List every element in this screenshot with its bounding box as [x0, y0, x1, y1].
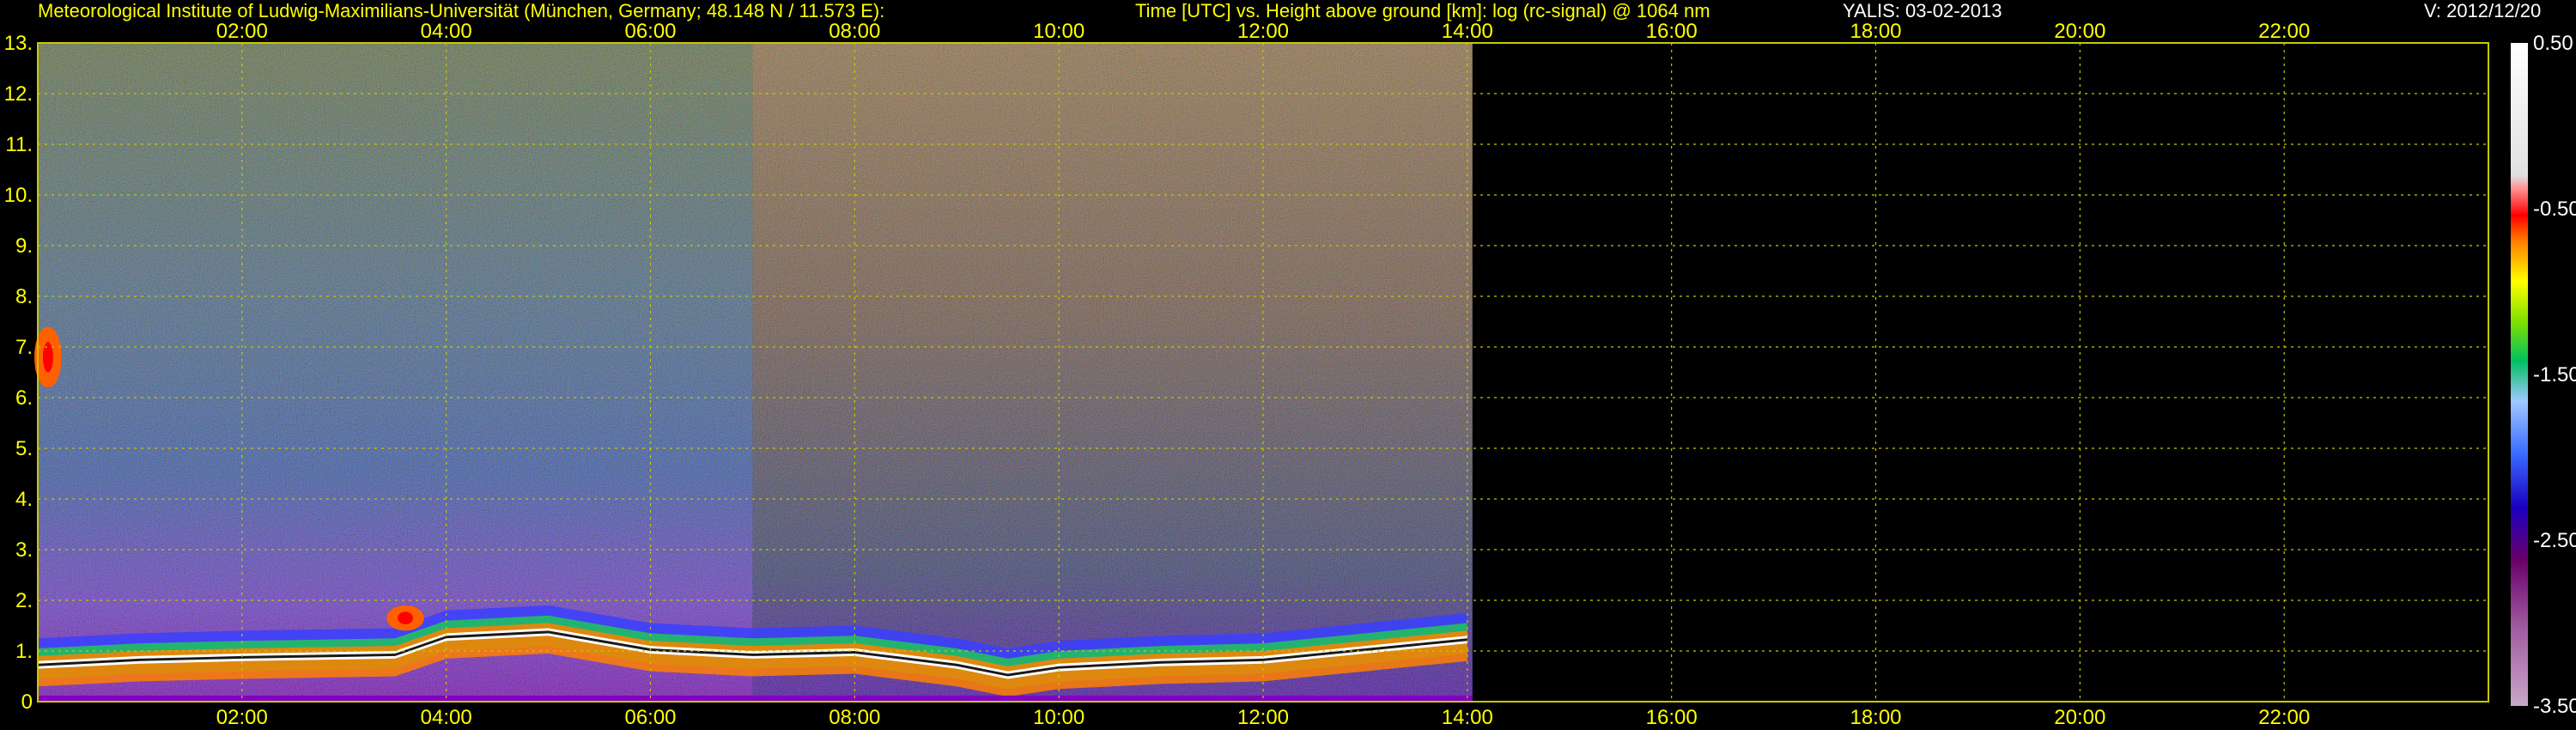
x-tick-label-bottom: 04:00: [421, 706, 472, 729]
x-tick-label-top: 14:00: [1442, 20, 1493, 43]
x-tick-label-bottom: 10:00: [1033, 706, 1084, 729]
x-tick-label-top: 16:00: [1646, 20, 1698, 43]
colorbar-tick-label: -0.50: [2533, 198, 2576, 221]
x-axis-ticks-top: 02:00 04:00 06:00 08:00 10:00 12:00 14:00 16:00…: [216, 20, 2310, 43]
x-tick-label-top: 18:00: [1850, 20, 1901, 43]
y-axis-ticks: 0 1. 2. 3. 4. 5. 6. 7. 8. 9. 10. 11. 12. 13.: [4, 32, 33, 714]
y-tick-label: 8.: [15, 285, 33, 308]
x-tick-label-top: 22:00: [2258, 20, 2310, 43]
colorbar: 0.50 -0.50 -1.50 -2.50 -3.50: [2511, 32, 2576, 718]
colorbar-tick-label: -1.50: [2533, 363, 2576, 386]
y-tick-label: 9.: [15, 234, 33, 258]
y-tick-label: 12.: [4, 82, 33, 106]
y-tick-label: 5.: [15, 437, 33, 460]
x-tick-label-bottom: 22:00: [2258, 706, 2310, 729]
x-tick-label-bottom: 18:00: [1850, 706, 1901, 729]
colorbar-scale: [2511, 43, 2528, 706]
y-tick-label: 0: [21, 690, 33, 714]
y-tick-label: 7.: [15, 336, 33, 359]
x-tick-label-top: 08:00: [829, 20, 880, 43]
x-tick-label-top: 12:00: [1237, 20, 1289, 43]
x-tick-label-bottom: 20:00: [2054, 706, 2105, 729]
x-tick-label-bottom: 02:00: [216, 706, 268, 729]
x-tick-label-top: 06:00: [624, 20, 676, 43]
cloud-core: [398, 611, 414, 625]
y-tick-label: 1.: [15, 640, 33, 663]
y-tick-label: 13.: [4, 32, 33, 55]
x-tick-label-bottom: 12:00: [1237, 706, 1289, 729]
y-tick-label: 2.: [15, 589, 33, 612]
colorbar-tick-label: 0.50: [2533, 32, 2573, 55]
x-tick-label-top: 02:00: [216, 20, 268, 43]
x-tick-label-bottom: 14:00: [1442, 706, 1493, 729]
x-tick-label-top: 04:00: [421, 20, 472, 43]
signal-noise: [38, 43, 1473, 702]
colorbar-tick-label: -3.50: [2533, 695, 2576, 718]
x-tick-label-bottom: 08:00: [829, 706, 880, 729]
x-axis-ticks-bottom: 02:00 04:00 06:00 08:00 10:00 12:00 14:00 16:00…: [216, 706, 2310, 729]
x-tick-label-top: 10:00: [1033, 20, 1084, 43]
lidar-time-height-plot: 0 1. 2. 3. 4. 5. 6. 7. 8. 9. 10. 11. 12. 13. 02:00 04:…: [4, 20, 2576, 729]
x-tick-label-bottom: 16:00: [1646, 706, 1698, 729]
colorbar-tick-label: -2.50: [2533, 529, 2576, 552]
y-tick-label: 11.: [5, 133, 33, 156]
x-tick-label-top: 20:00: [2054, 20, 2105, 43]
near-ground-band: [38, 695, 1473, 702]
y-tick-label: 6.: [15, 386, 33, 410]
x-tick-label-bottom: 06:00: [624, 706, 676, 729]
y-tick-label: 3.: [15, 538, 33, 562]
y-tick-label: 10.: [4, 184, 33, 207]
backscatter-field: [34, 43, 1473, 702]
y-tick-label: 4.: [15, 488, 33, 511]
